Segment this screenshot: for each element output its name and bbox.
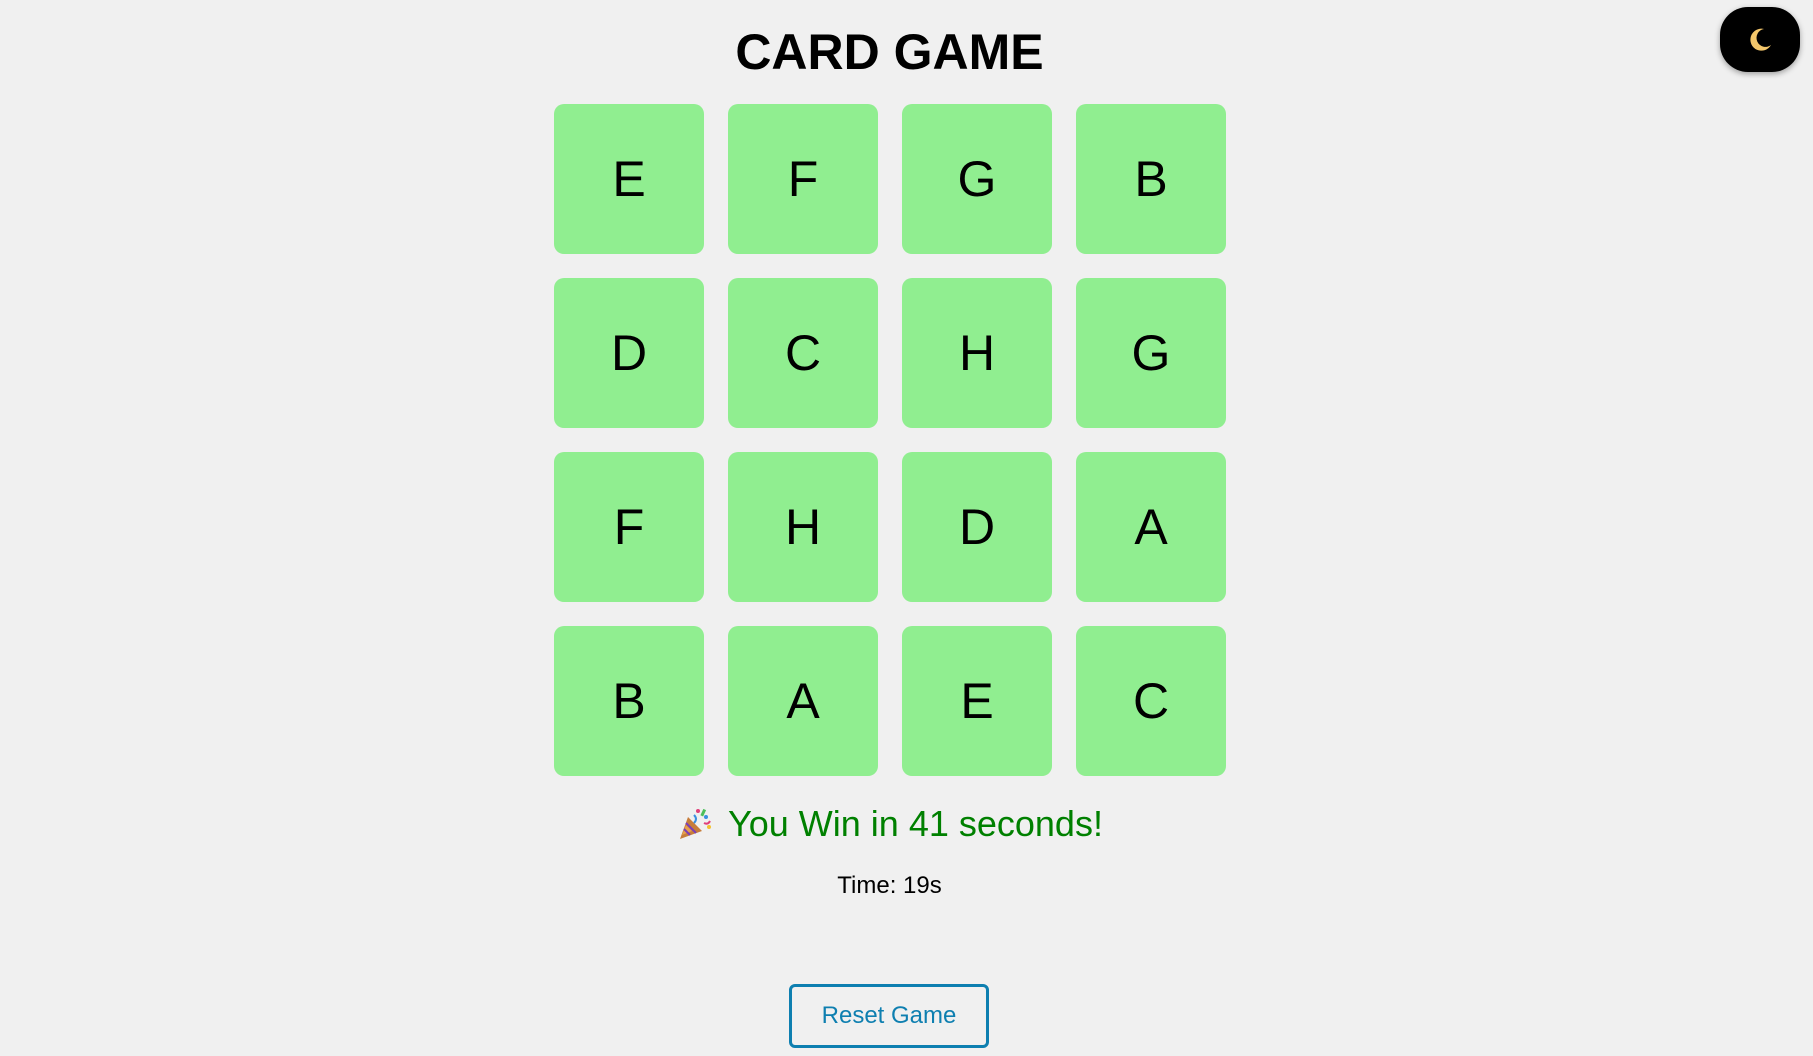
card[interactable]: E xyxy=(902,626,1052,776)
card[interactable]: E xyxy=(554,104,704,254)
card[interactable]: C xyxy=(1076,626,1226,776)
moon-icon xyxy=(1745,25,1775,55)
card[interactable]: F xyxy=(728,104,878,254)
game-page: CARD GAME E F G B D C H G F H D A B A E … xyxy=(0,0,1813,1056)
card[interactable]: H xyxy=(902,278,1052,428)
card[interactable]: A xyxy=(1076,452,1226,602)
reset-game-button[interactable]: Reset Game xyxy=(789,984,989,1048)
card[interactable]: H xyxy=(728,452,878,602)
win-message-row: You Win in 41 seconds! xyxy=(0,800,1779,848)
card[interactable]: D xyxy=(902,452,1052,602)
party-popper-icon xyxy=(676,805,714,843)
card[interactable]: B xyxy=(1076,104,1226,254)
card[interactable]: G xyxy=(902,104,1052,254)
timer: Time: 19s xyxy=(837,872,942,899)
theme-toggle-button[interactable] xyxy=(1720,7,1800,72)
win-message: You Win in 41 seconds! xyxy=(728,803,1103,844)
card-grid: E F G B D C H G F H D A B A E C xyxy=(554,104,1226,776)
card[interactable]: B xyxy=(554,626,704,776)
card[interactable]: F xyxy=(554,452,704,602)
page-title: CARD GAME xyxy=(735,24,1044,80)
card[interactable]: D xyxy=(554,278,704,428)
card[interactable]: G xyxy=(1076,278,1226,428)
card[interactable]: A xyxy=(728,626,878,776)
card[interactable]: C xyxy=(728,278,878,428)
